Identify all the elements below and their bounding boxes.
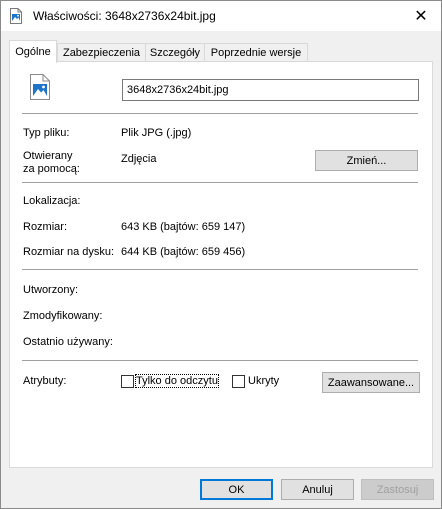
ok-button-label: OK — [228, 483, 245, 496]
divider — [22, 113, 418, 114]
title-bar: Właściwości: 3648x2736x24bit.jpg ✕ — [1, 1, 441, 31]
modified-label: Zmodyfikowany: — [23, 310, 103, 322]
opens-with-label-line2: za pomocą: — [23, 163, 80, 175]
tab-details[interactable]: Szczegóły — [145, 43, 205, 61]
created-label: Utworzony: — [23, 284, 79, 296]
change-button-label: Zmień... — [346, 154, 387, 167]
ok-button[interactable]: OK — [200, 479, 273, 500]
tab-details-label: Szczegóły — [149, 46, 201, 59]
accessed-label: Ostatnio używany: — [23, 336, 113, 348]
tab-security[interactable]: Zabezpieczenia — [57, 43, 146, 61]
attributes-label: Atrybuty: — [23, 375, 67, 387]
image-file-icon — [30, 74, 50, 100]
file-name-input[interactable] — [122, 79, 419, 101]
general-tab-panel: Typ pliku: Plik JPG (.jpg) Otwierany za … — [9, 61, 433, 468]
size-on-disk-value: 644 KB (bajtów: 659 456) — [121, 246, 246, 258]
divider — [22, 182, 418, 183]
tab-security-label: Zabezpieczenia — [62, 46, 141, 59]
opens-with-value: Zdjęcia — [121, 153, 157, 165]
size-label: Rozmiar: — [23, 221, 68, 233]
divider — [22, 269, 418, 270]
advanced-button[interactable]: Zaawansowane... — [322, 372, 420, 393]
hidden-checkbox[interactable] — [232, 375, 245, 388]
change-button[interactable]: Zmień... — [315, 150, 418, 171]
file-type-value: Plik JPG (.jpg) — [121, 127, 192, 139]
tab-previous-versions[interactable]: Poprzednie wersje — [204, 43, 308, 61]
apply-button-label: Zastosuj — [376, 483, 419, 496]
apply-button[interactable]: Zastosuj — [361, 479, 434, 500]
size-value: 643 KB (bajtów: 659 147) — [121, 221, 246, 233]
image-file-icon — [10, 8, 22, 24]
opens-with-label-line1: Otwierany — [23, 150, 73, 162]
tab-general-label: Ogólne — [15, 46, 51, 58]
close-icon: ✕ — [414, 8, 428, 25]
properties-dialog: Właściwości: 3648x2736x24bit.jpg ✕ Ogóln… — [0, 0, 442, 509]
hidden-checkbox-label[interactable]: Ukryty — [248, 375, 279, 387]
divider — [22, 360, 418, 361]
close-button[interactable]: ✕ — [401, 1, 441, 31]
cancel-button-label: Anuluj — [302, 483, 333, 496]
readonly-checkbox[interactable] — [121, 375, 134, 388]
file-type-label: Typ pliku: — [23, 127, 70, 139]
location-label: Lokalizacja: — [23, 195, 81, 207]
advanced-button-label: Zaawansowane... — [327, 376, 415, 389]
window-title: Właściwości: 3648x2736x24bit.jpg — [33, 9, 216, 23]
readonly-checkbox-label[interactable]: Tylko do odczytu — [135, 374, 219, 388]
size-on-disk-label: Rozmiar na dysku: — [23, 246, 115, 258]
tab-previous-versions-label: Poprzednie wersje — [210, 46, 302, 59]
tab-general[interactable]: Ogólne — [9, 40, 57, 63]
cancel-button[interactable]: Anuluj — [281, 479, 354, 500]
